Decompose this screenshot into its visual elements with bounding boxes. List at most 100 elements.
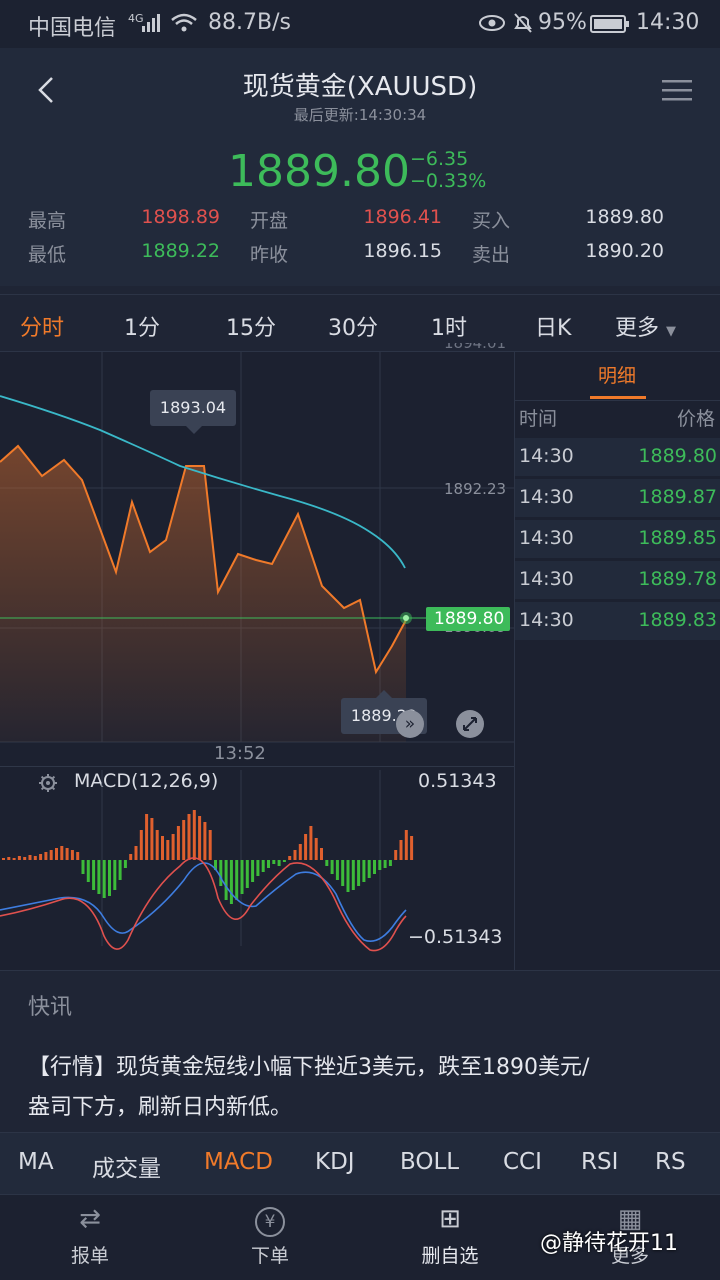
list-item: 14:30 1889.87 bbox=[515, 479, 720, 517]
carrier-label: 中国电信 bbox=[28, 16, 117, 41]
macd-line bbox=[0, 857, 407, 952]
macd-bar bbox=[367, 860, 371, 878]
indicator-boll[interactable]: BOLL bbox=[400, 1149, 459, 1175]
trade-price: 1889.83 bbox=[638, 609, 717, 631]
stat-label: 开盘 bbox=[250, 210, 289, 232]
macd-bar bbox=[33, 856, 37, 860]
battery-percent: 95% bbox=[538, 10, 587, 35]
col-price: 价格 bbox=[677, 408, 716, 430]
page-title: 现货黄金(XAUUSD) bbox=[242, 72, 478, 102]
tab-daily[interactable]: 日K bbox=[535, 310, 571, 342]
macd-bar bbox=[309, 826, 313, 860]
indicator-macd[interactable]: MACD bbox=[204, 1149, 273, 1175]
trade-time: 14:30 bbox=[519, 486, 574, 508]
macd-bar bbox=[76, 852, 80, 860]
indicator-volume[interactable]: 成交量 bbox=[92, 1149, 161, 1183]
macd-bar bbox=[314, 838, 318, 860]
macd-bar bbox=[23, 857, 27, 860]
macd-bar bbox=[235, 860, 239, 900]
stat-label: 买入 bbox=[472, 210, 511, 232]
current-price-tag: 1889.80 bbox=[426, 607, 511, 631]
trade-price: 1889.78 bbox=[638, 568, 717, 590]
macd-bar bbox=[245, 860, 249, 888]
macd-bar bbox=[351, 860, 355, 890]
indicator-ma[interactable]: MA bbox=[18, 1149, 54, 1175]
indicator-cci[interactable]: CCI bbox=[503, 1149, 542, 1175]
macd-bar bbox=[277, 860, 281, 866]
bookmark-add-icon: ⊞ bbox=[439, 1204, 461, 1234]
chart-area[interactable]: 1894.01 1892.23 1890.09 1889.80 1893.04 … bbox=[0, 343, 514, 970]
tab-15min[interactable]: 15分 bbox=[226, 310, 276, 342]
stat-value-low: 1889.22 bbox=[141, 240, 220, 262]
watermark: @静待花开11 bbox=[540, 1231, 678, 1256]
news-panel: 快讯 【行情】现货黄金短线小幅下挫近3美元，跌至1890美元/ 盎司下方，刷新日… bbox=[0, 970, 720, 1132]
macd-bar bbox=[320, 848, 323, 860]
tab-detail[interactable]: 明细 bbox=[598, 361, 636, 388]
price-level-label: 1894.01 bbox=[444, 343, 507, 352]
news-title: 快讯 bbox=[28, 995, 73, 1020]
menu-icon[interactable] bbox=[662, 78, 692, 108]
nav-place-order[interactable]: ¥ 下单 bbox=[210, 1201, 330, 1268]
status-bar: 中国电信 4G 88.7B/s 95% 14:30 bbox=[0, 0, 720, 48]
dea-line bbox=[0, 862, 407, 942]
macd-bar bbox=[155, 830, 159, 860]
trade-time: 14:30 bbox=[519, 609, 574, 631]
macd-bar bbox=[102, 860, 106, 898]
indicator-tabs: MA 成交量 MACD KDJ BOLL CCI RSI RS bbox=[0, 1132, 720, 1194]
macd-bar bbox=[203, 822, 207, 860]
indicator-kdj[interactable]: KDJ bbox=[315, 1149, 355, 1175]
macd-bar bbox=[282, 860, 286, 862]
macd-bar bbox=[357, 860, 361, 886]
divider bbox=[515, 400, 720, 401]
divider bbox=[0, 766, 514, 767]
tab-intraday[interactable]: 分时 bbox=[20, 310, 64, 342]
tab-1hour[interactable]: 1时 bbox=[431, 310, 467, 342]
list-item: 14:30 1889.78 bbox=[515, 561, 720, 599]
macd-bar bbox=[171, 834, 175, 860]
macd-bar bbox=[187, 814, 191, 860]
macd-bar bbox=[394, 850, 398, 860]
nav-orders[interactable]: ⇄ 报单 bbox=[30, 1201, 150, 1268]
mute-bell-icon bbox=[512, 12, 534, 40]
news-line[interactable]: 【行情】现货黄金短线小幅下挫近3美元，跌至1890美元/ bbox=[28, 1049, 589, 1081]
tab-30min[interactable]: 30分 bbox=[328, 310, 378, 342]
macd-bar bbox=[2, 858, 5, 860]
nav-remove-watchlist[interactable]: ⊞ 删自选 bbox=[390, 1201, 510, 1268]
macd-bar bbox=[267, 860, 270, 868]
macd-bar bbox=[335, 860, 339, 880]
indicator-rs[interactable]: RS bbox=[655, 1149, 686, 1175]
nav-label: 报单 bbox=[70, 1245, 109, 1267]
nav-label: 下单 bbox=[250, 1245, 289, 1267]
list-item: 14:30 1889.80 bbox=[515, 438, 720, 476]
expand-icon[interactable] bbox=[456, 710, 484, 738]
header: 现货黄金(XAUUSD) 最后更新:14:30:34 bbox=[0, 48, 720, 132]
macd-bar bbox=[55, 848, 58, 860]
price-level-label: 1892.23 bbox=[444, 480, 507, 498]
yen-icon: ¥ bbox=[210, 1201, 330, 1237]
macd-bar bbox=[176, 826, 180, 860]
signal-icon bbox=[140, 12, 164, 40]
macd-bar bbox=[399, 840, 403, 860]
trade-time: 14:30 bbox=[519, 445, 574, 467]
scroll-to-latest-button[interactable]: » bbox=[396, 710, 424, 738]
tab-more[interactable]: 更多 ▼ bbox=[615, 310, 676, 342]
indicator-rsi[interactable]: RSI bbox=[581, 1149, 618, 1175]
macd-bar bbox=[118, 860, 122, 880]
current-price: 1889.80 bbox=[228, 146, 410, 197]
news-line[interactable]: 盎司下方，刷新日内新低。 bbox=[28, 1089, 292, 1121]
list-item: 14:30 1889.83 bbox=[515, 602, 720, 640]
col-time: 时间 bbox=[519, 408, 558, 430]
macd-bar bbox=[161, 836, 164, 860]
macd-bar bbox=[65, 848, 69, 860]
tab-1min[interactable]: 1分 bbox=[124, 310, 160, 342]
network-speed: 88.7B/s bbox=[208, 10, 291, 35]
macd-bar bbox=[97, 860, 101, 894]
macd-bar bbox=[17, 856, 21, 860]
macd-bar bbox=[288, 856, 292, 860]
yen-glyph: ¥ bbox=[255, 1207, 285, 1237]
macd-bar bbox=[373, 860, 376, 874]
list-item: 14:30 1889.85 bbox=[515, 520, 720, 558]
macd-bar bbox=[44, 852, 48, 860]
macd-bar bbox=[383, 860, 387, 868]
macd-bar bbox=[182, 820, 186, 860]
